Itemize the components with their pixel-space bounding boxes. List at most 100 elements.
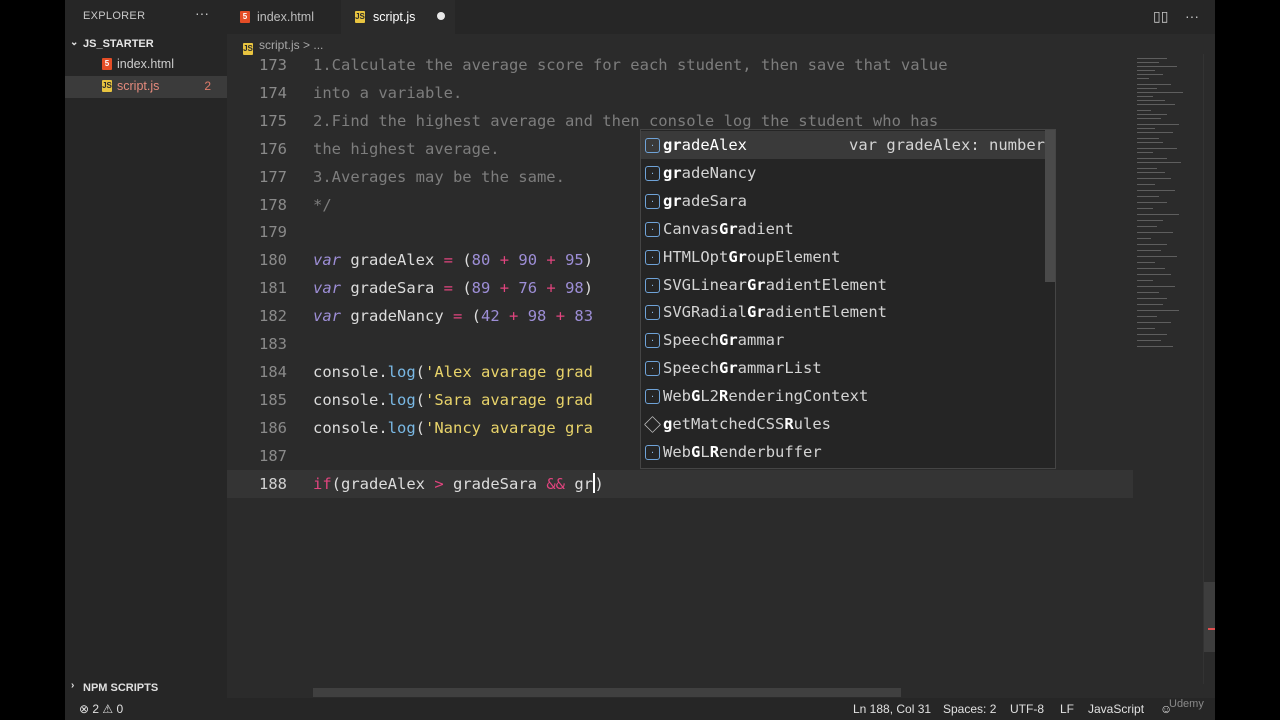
- code-text[interactable]: the highest average.: [313, 135, 500, 163]
- scrollbar-thumb[interactable]: [1204, 582, 1215, 652]
- code-token: var: [313, 307, 341, 326]
- label-text: etMatchedCSS: [672, 415, 785, 433]
- code-text[interactable]: console.log('Nancy avarage gra: [313, 414, 593, 442]
- code-token: 3.Averages may be the same.: [313, 167, 565, 186]
- code-token: ): [594, 474, 604, 493]
- cursor-position[interactable]: Ln 188, Col 31: [853, 702, 931, 716]
- code-text[interactable]: */: [313, 191, 332, 219]
- folder-js-starter[interactable]: ⌄ JS_STARTER: [65, 36, 227, 54]
- minimap-line: [1137, 66, 1177, 67]
- suggestion-item[interactable]: · CanvasGradient: [641, 215, 1045, 243]
- code-token: gradeAlex: [341, 251, 444, 270]
- code-text[interactable]: var gradeNancy = (42 + 98 + 83: [313, 302, 593, 330]
- label-text: adeAlex: [681, 136, 747, 154]
- file-name: script.js: [117, 79, 160, 93]
- horizontal-scrollbar[interactable]: [313, 688, 901, 697]
- eol-setting[interactable]: LF: [1060, 702, 1074, 716]
- tab-script-js[interactable]: JS script.js: [341, 0, 455, 34]
- match-highlight: gr: [663, 136, 682, 154]
- minimap-line: [1137, 196, 1159, 197]
- code-token: (: [453, 279, 472, 298]
- unsaved-dot-icon[interactable]: [437, 12, 445, 20]
- line-number: 180: [259, 251, 287, 270]
- code-token: (: [415, 390, 425, 409]
- npm-scripts-label: NPM SCRIPTS: [83, 682, 159, 694]
- breadcrumb-symbol[interactable]: ...: [313, 38, 323, 52]
- minimap-line: [1137, 70, 1155, 71]
- code-text[interactable]: if(gradeAlex > gradeSara && gr): [313, 470, 604, 498]
- minimap-line: [1137, 124, 1179, 125]
- label-text: oupElement: [747, 247, 841, 266]
- vertical-scrollbar[interactable]: [1203, 54, 1215, 684]
- line-number: 183: [259, 335, 287, 353]
- suggestion-item[interactable]: · SpeechGrammarList: [641, 354, 1045, 382]
- suggestion-item[interactable]: · WebGLRenderbuffer: [641, 438, 1045, 466]
- autocomplete-widget[interactable]: · gradeAlex var gradeAlex: number · gradeNan…: [640, 129, 1056, 469]
- more-actions-icon[interactable]: ···: [1185, 8, 1199, 24]
- suggestion-label: getMatchedCSSRules: [663, 410, 831, 438]
- suggestion-item[interactable]: getMatchedCSSRules: [641, 410, 1045, 438]
- problems-indicator[interactable]: ⊗ 2 ⚠ 0: [79, 702, 123, 716]
- breadcrumb-file[interactable]: script.js: [259, 38, 300, 52]
- code-token: (: [415, 418, 425, 437]
- match-highlight: Gr: [719, 331, 738, 350]
- suggest-scrollbar[interactable]: [1045, 130, 1055, 282]
- split-editor-icon[interactable]: ▯▯: [1153, 8, 1168, 25]
- line-number: 181: [259, 279, 287, 298]
- tab-bar: 5 index.html JS script.js ▯▯ ···: [227, 0, 1215, 34]
- minimap-line: [1137, 104, 1175, 105]
- minimap-line: [1137, 244, 1167, 245]
- tab-index-html[interactable]: 5 index.html: [227, 0, 341, 34]
- language-mode[interactable]: JavaScript: [1088, 702, 1144, 716]
- file-item-index-html[interactable]: 5 index.html: [65, 54, 227, 76]
- html5-icon: 5: [102, 58, 112, 70]
- minimap-line: [1137, 132, 1173, 133]
- code-line[interactable]: 174 into a variable.: [227, 79, 1133, 107]
- suggestion-item[interactable]: · gradeSara: [641, 187, 1045, 215]
- file-item-script-js[interactable]: JS script.js 2: [65, 76, 227, 98]
- code-text[interactable]: console.log('Sara avarage grad: [313, 386, 593, 414]
- minimap-line: [1137, 292, 1159, 293]
- match-highlight: Gr: [747, 275, 766, 294]
- suggestion-item[interactable]: · SpeechGrammar: [641, 326, 1045, 354]
- encoding-setting[interactable]: UTF-8: [1010, 702, 1044, 716]
- code-text[interactable]: 1.Calculate the average score for each s…: [313, 51, 948, 79]
- suggestion-label: SpeechGrammarList: [663, 354, 822, 382]
- label-text: Web: [663, 387, 691, 406]
- suggestion-label: gradeSara: [663, 187, 747, 215]
- minimap-line: [1137, 220, 1163, 221]
- explorer-more-icon[interactable]: ···: [195, 5, 209, 21]
- suggestion-item[interactable]: · WebGL2RenderingContext: [641, 382, 1045, 410]
- code-line[interactable]: 173 1.Calculate the average score for eac…: [227, 51, 1133, 79]
- tab-label: index.html: [257, 10, 314, 24]
- breadcrumb-separator: >: [303, 38, 311, 52]
- suggestion-item[interactable]: · HTMLOptGroupElement: [641, 243, 1045, 271]
- indentation-setting[interactable]: Spaces: 2: [943, 702, 996, 716]
- watermark: Udemy: [1169, 698, 1204, 710]
- suggestion-item[interactable]: · SVGRadialGradientElement: [641, 298, 1045, 326]
- code-token: +: [499, 251, 510, 270]
- code-line[interactable]: 188 if(gradeAlex > gradeSara && gr): [227, 469, 1133, 498]
- code-text[interactable]: into a variable.: [313, 79, 462, 107]
- minimap[interactable]: [1133, 54, 1203, 374]
- suggestion-item[interactable]: · gradeAlex var gradeAlex: number: [641, 131, 1045, 159]
- suggestion-item[interactable]: · SVGLinearGradientElement: [641, 271, 1045, 299]
- minimap-line: [1137, 226, 1157, 227]
- chevron-right-icon: ›: [71, 680, 75, 691]
- file-name: index.html: [117, 57, 174, 71]
- minimap-line: [1137, 256, 1177, 257]
- code-text[interactable]: console.log('Alex avarage grad: [313, 358, 593, 386]
- code-text[interactable]: 3.Averages may be the same.: [313, 163, 565, 191]
- suggestion-item[interactable]: · gradeNancy: [641, 159, 1045, 187]
- line-number: 175: [259, 111, 287, 130]
- variable-icon: ·: [645, 193, 660, 209]
- code-text[interactable]: var gradeAlex = (80 + 90 + 95): [313, 246, 593, 274]
- code-text[interactable]: var gradeSara = (89 + 76 + 98): [313, 274, 593, 302]
- minimap-line: [1137, 268, 1165, 269]
- match-highlight: G: [691, 442, 701, 461]
- label-text: Speech: [663, 331, 719, 350]
- code-token: &&: [546, 474, 565, 493]
